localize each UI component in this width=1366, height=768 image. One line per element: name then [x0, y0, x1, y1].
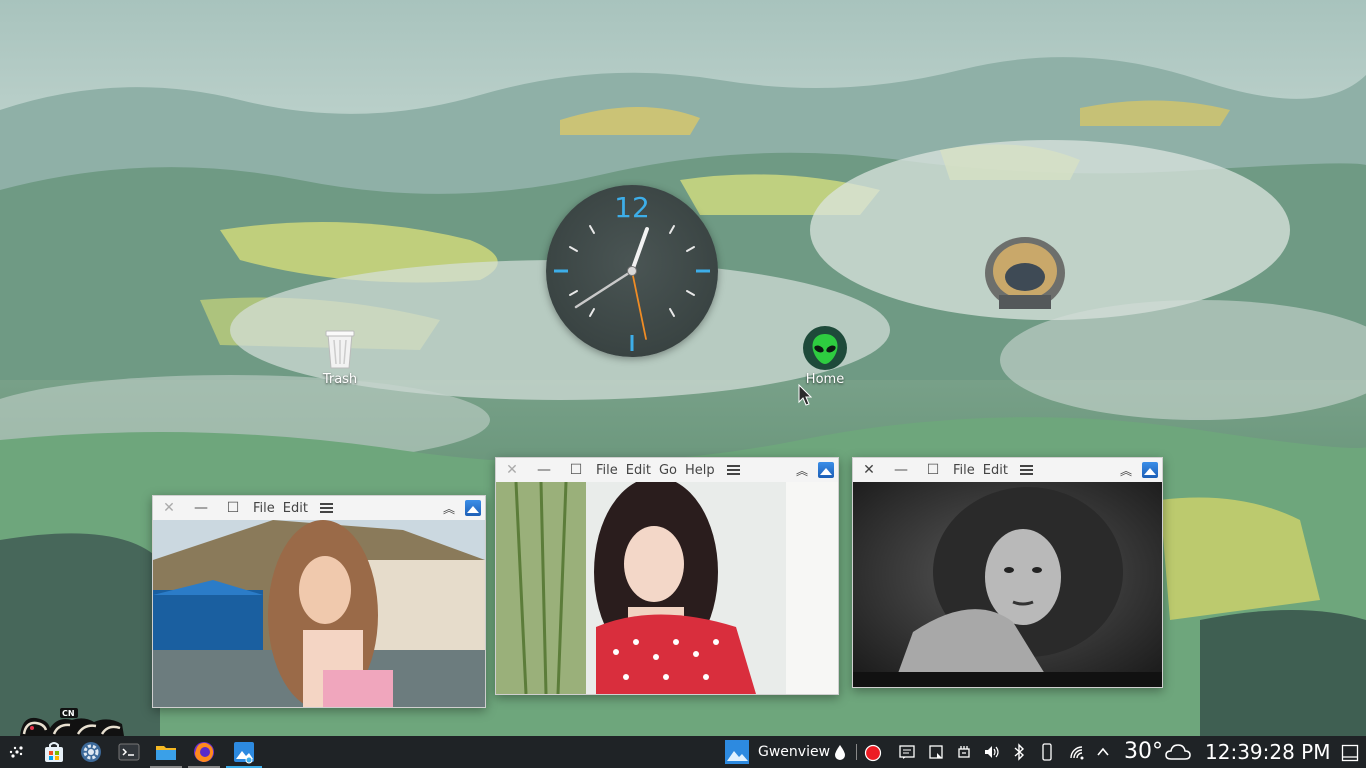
image-viewer-photo: [496, 482, 838, 694]
desktop-icon-trash[interactable]: Trash: [305, 326, 375, 387]
hamburger-menu-icon[interactable]: [1019, 465, 1033, 475]
gwenview-task-icon: [725, 740, 749, 764]
gwenview-window-2[interactable]: ✕ — ☐ File Edit Go Help ︽: [495, 457, 839, 695]
droplet-icon[interactable]: [833, 744, 847, 760]
maximize-icon[interactable]: ☐: [560, 458, 592, 482]
analog-clock-widget[interactable]: 12: [546, 185, 718, 357]
chevron-up-icon[interactable]: [1096, 746, 1110, 758]
keep-above-icon[interactable]: ︽: [443, 500, 455, 517]
volume-icon[interactable]: [983, 744, 1001, 760]
minimize-icon[interactable]: —: [185, 496, 217, 520]
clock-twelve-label: 12: [614, 191, 650, 224]
task-label: Gwenview: [758, 744, 831, 760]
taskbar: Gwenview 30° 12:39:28 PM: [0, 736, 1366, 768]
terminal-icon[interactable]: [117, 740, 141, 764]
phone-connect-icon[interactable]: [1041, 743, 1053, 761]
clipboard-icon[interactable]: [928, 744, 944, 760]
minimize-icon[interactable]: —: [528, 458, 560, 482]
firefox-icon[interactable]: [192, 740, 216, 764]
settings-icon[interactable]: [79, 740, 103, 764]
trash-icon: [318, 326, 362, 370]
notes-icon[interactable]: [899, 744, 915, 760]
brand-logo: CN: [18, 708, 126, 736]
hamburger-menu-icon[interactable]: [726, 465, 740, 475]
menu-file[interactable]: File: [249, 501, 279, 516]
close-icon[interactable]: ✕: [496, 458, 528, 482]
task-gwenview[interactable]: Gwenview: [722, 736, 830, 768]
menu-edit[interactable]: Edit: [279, 501, 312, 516]
gwenview-app-icon: [1142, 462, 1158, 478]
keep-above-icon[interactable]: ︽: [1120, 462, 1132, 479]
window-titlebar[interactable]: ✕ — ☐ File Edit Go Help ︽: [496, 458, 838, 482]
close-icon[interactable]: ✕: [853, 458, 885, 482]
maximize-icon[interactable]: ☐: [917, 458, 949, 482]
bluetooth-icon[interactable]: [1013, 743, 1025, 761]
store-icon[interactable]: [42, 740, 66, 764]
keep-above-icon[interactable]: ︽: [796, 462, 808, 479]
alien-home-icon: [803, 326, 847, 370]
desktop-icon-label: Trash: [322, 372, 358, 387]
window-titlebar[interactable]: ✕ — ☐ File Edit ︽: [853, 458, 1162, 482]
gwenview-app-icon: [465, 500, 481, 516]
desktop-icon-home[interactable]: Home: [790, 326, 860, 387]
menu-go[interactable]: Go: [655, 463, 681, 478]
menu-file[interactable]: File: [949, 463, 979, 478]
weather-temperature[interactable]: 30°: [1124, 736, 1163, 768]
menu-edit[interactable]: Edit: [979, 463, 1012, 478]
record-icon[interactable]: [864, 744, 882, 762]
image-viewer-photo: [153, 520, 485, 707]
menu-help[interactable]: Help: [681, 463, 719, 478]
show-desktop-icon[interactable]: [1341, 744, 1359, 762]
maximize-icon[interactable]: ☐: [217, 496, 249, 520]
menu-file[interactable]: File: [592, 463, 622, 478]
hamburger-menu-icon[interactable]: [319, 503, 333, 513]
image-viewer-photo: [853, 482, 1162, 687]
minimize-icon[interactable]: —: [885, 458, 917, 482]
application-launcher-icon[interactable]: [5, 740, 29, 764]
menu-edit[interactable]: Edit: [622, 463, 655, 478]
cloud-weather-icon[interactable]: [1165, 743, 1191, 761]
svg-text:CN: CN: [62, 709, 75, 718]
gwenview-window-3[interactable]: ✕ — ☐ File Edit ︽: [852, 457, 1163, 688]
mouse-cursor-icon: [798, 384, 812, 406]
close-icon[interactable]: ✕: [153, 496, 185, 520]
window-titlebar[interactable]: ✕ — ☐ File Edit ︽: [153, 496, 485, 520]
tray-separator: [856, 744, 857, 760]
taskbar-clock[interactable]: 12:39:28 PM: [1205, 736, 1331, 768]
device-manager-icon[interactable]: [956, 744, 972, 760]
file-manager-icon[interactable]: [154, 740, 178, 764]
network-wifi-icon[interactable]: [1068, 744, 1086, 760]
gwenview-window-1[interactable]: ✕ — ☐ File Edit ︽: [152, 495, 486, 708]
gwenview-icon[interactable]: [232, 740, 256, 764]
gwenview-app-icon: [818, 462, 834, 478]
